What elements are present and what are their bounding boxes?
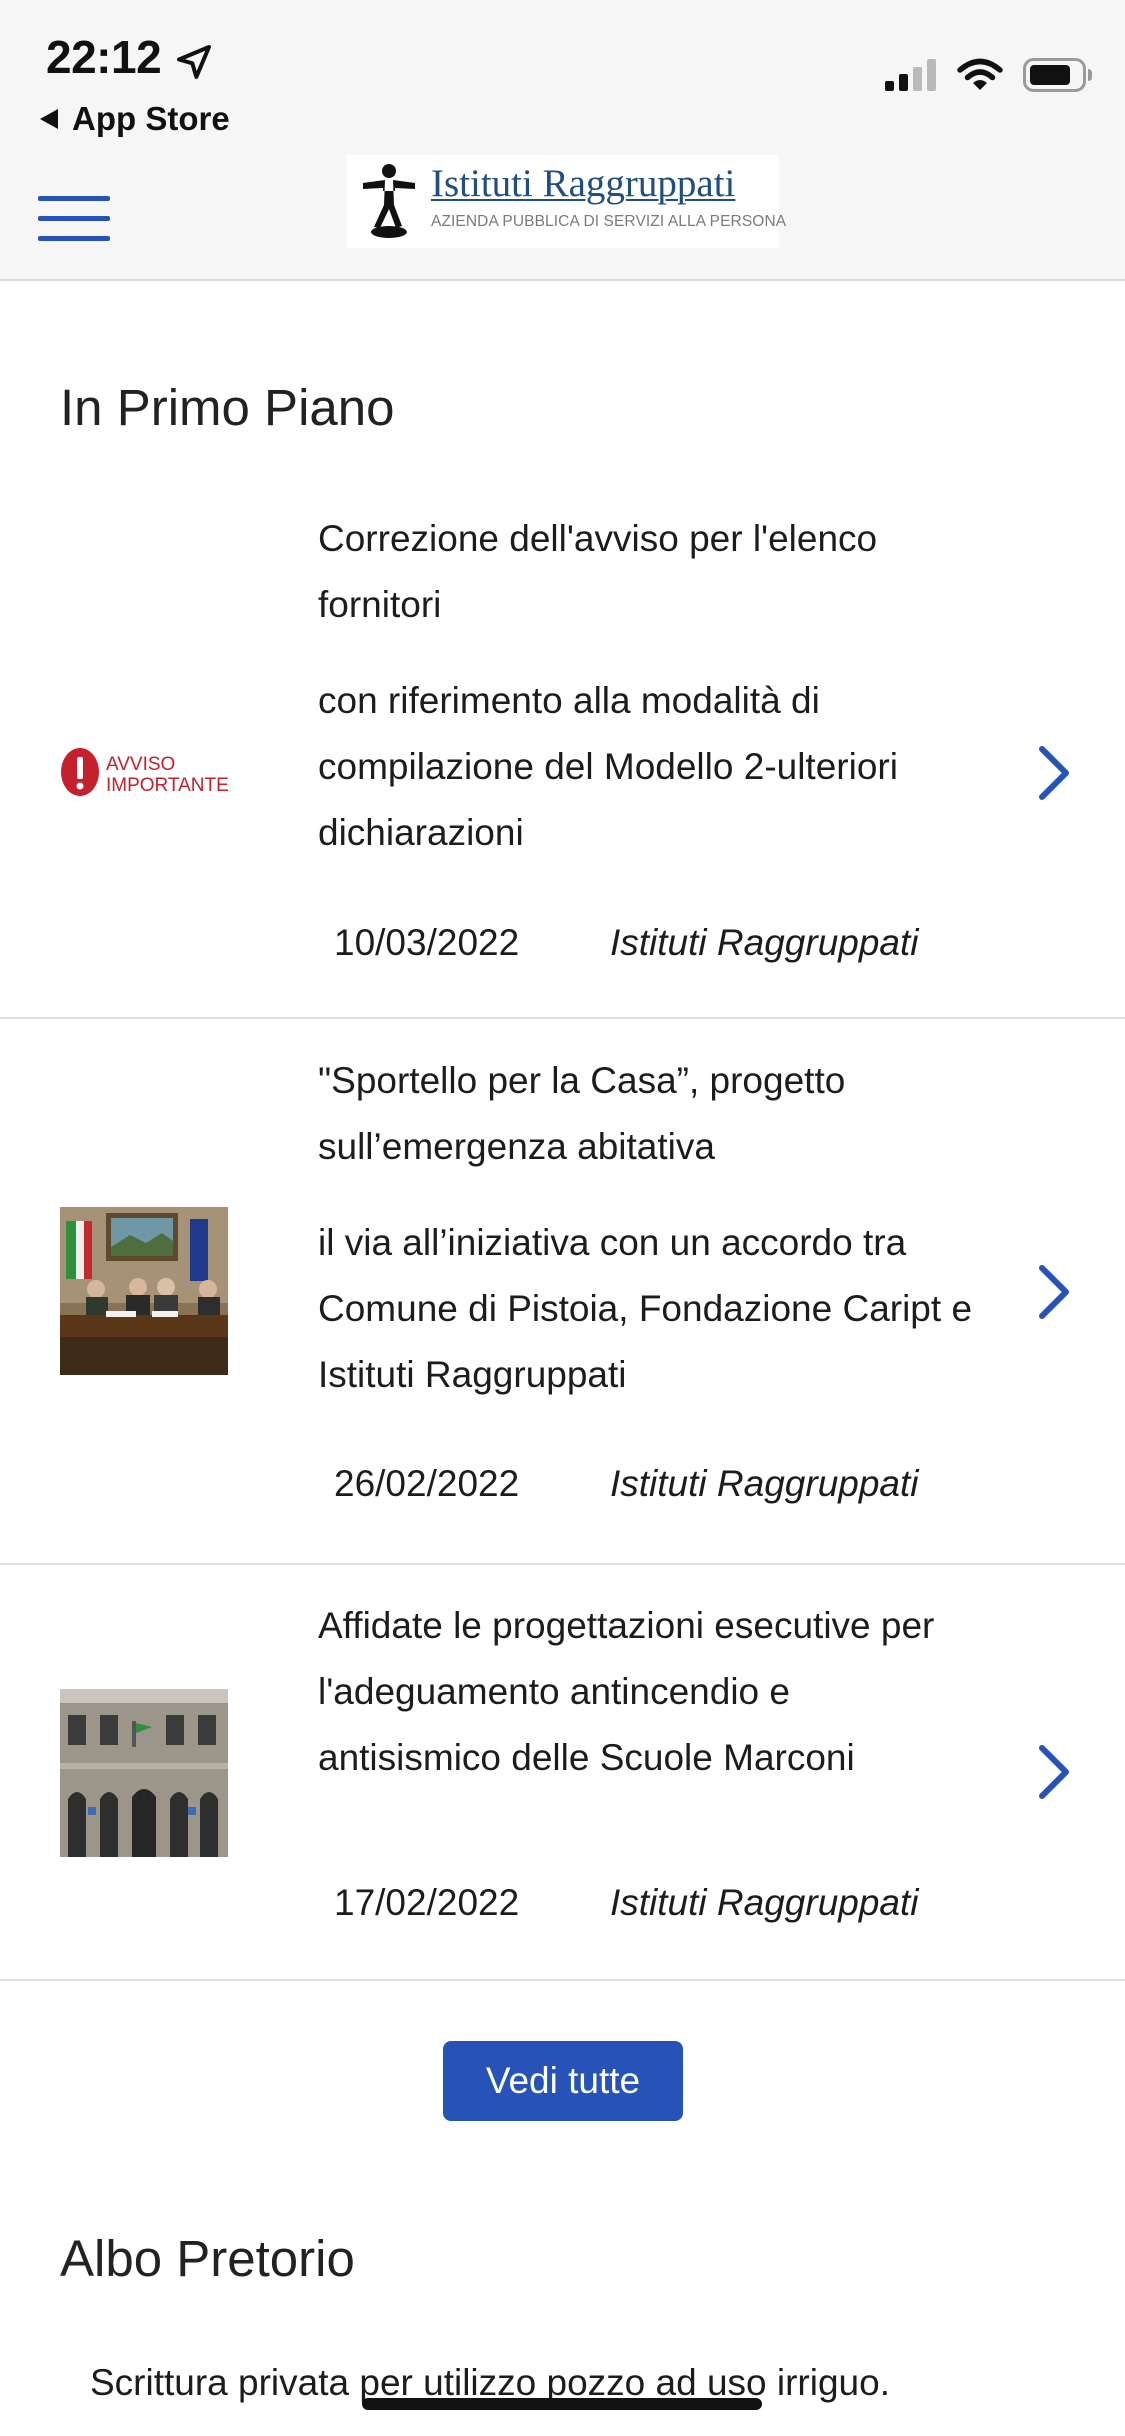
news-source: Istituti Raggruppati <box>610 1463 919 1504</box>
news-item[interactable]: Affidate le progettazioni esecutive per … <box>0 1565 1125 1981</box>
back-to-app-store[interactable]: App Store <box>40 100 230 138</box>
news-meta: 10/03/2022 Istituti Raggruppati <box>334 922 919 964</box>
news-text: Affidate le progettazioni esecutive per … <box>318 1593 978 1791</box>
vedi-tutte-button[interactable]: Vedi tutte <box>443 2041 683 2121</box>
chevron-right-icon[interactable] <box>1036 1262 1072 1322</box>
location-arrow-icon <box>177 45 211 79</box>
news-date: 26/02/2022 <box>334 1463 520 1504</box>
news-text: Correzione dell'avviso per l'elenco forn… <box>318 506 978 866</box>
logo-subtitle: AZIENDA PUBBLICA DI SERVIZI ALLA PERSONA <box>431 213 787 230</box>
logo-figure-icon <box>363 164 415 238</box>
status-icons <box>885 58 1093 92</box>
news-title: Correzione dell'avviso per l'elenco forn… <box>318 518 878 625</box>
news-description: con riferimento alla modalità di compila… <box>318 680 898 853</box>
news-date: 17/02/2022 <box>334 1882 520 1923</box>
thumb-label-avviso: AVVISO <box>106 754 175 775</box>
battery-icon <box>1023 58 1092 92</box>
thumb-label-importante: IMPORTANTE <box>106 775 228 796</box>
news-item[interactable]: "Sportello per la Casa”, progetto sull’e… <box>0 1019 1125 1565</box>
back-caret-icon <box>40 109 58 129</box>
news-source: Istituti Raggruppati <box>610 1882 919 1923</box>
signing-photo-thumbnail <box>60 1207 228 1375</box>
news-meta: 17/02/2022 Istituti Raggruppati <box>334 1882 919 1924</box>
section-title-albo-pretorio: Albo Pretorio <box>60 2230 355 2287</box>
logo-title: Istituti Raggruppati <box>431 162 736 205</box>
avviso-importante-thumbnail: AVVISO IMPORTANTE <box>60 703 228 871</box>
chevron-right-icon[interactable] <box>1036 743 1072 803</box>
home-indicator[interactable] <box>362 2398 762 2410</box>
wifi-icon <box>957 58 1003 90</box>
chevron-right-icon[interactable] <box>1036 1742 1072 1802</box>
hamburger-menu-icon[interactable] <box>38 196 110 242</box>
news-title: Affidate le progettazioni esecutive per … <box>318 1605 935 1778</box>
cellular-signal-icon <box>885 59 936 91</box>
back-app-label: App Store <box>72 100 230 137</box>
news-title: "Sportello per la Casa”, progetto sull’e… <box>318 1060 846 1167</box>
news-date: 10/03/2022 <box>334 922 520 963</box>
building-photo-thumbnail <box>60 1689 228 1857</box>
section-title-primo-piano: In Primo Piano <box>60 379 395 436</box>
site-logo[interactable]: Istituti Raggruppati AZIENDA PUBBLICA DI… <box>347 155 786 248</box>
status-time: 22:12 <box>46 31 162 83</box>
news-item[interactable]: AVVISO IMPORTANTE Correzione dell'avviso… <box>0 480 1125 1019</box>
news-meta: 26/02/2022 Istituti Raggruppati <box>334 1463 919 1505</box>
news-description: il via all’iniziativa con un accordo tra… <box>318 1222 973 1395</box>
news-source: Istituti Raggruppati <box>610 922 919 963</box>
top-bar: 22:12 App Store Istituti Raggruppati AZI… <box>0 0 1125 281</box>
news-text: "Sportello per la Casa”, progetto sull’e… <box>318 1048 978 1408</box>
